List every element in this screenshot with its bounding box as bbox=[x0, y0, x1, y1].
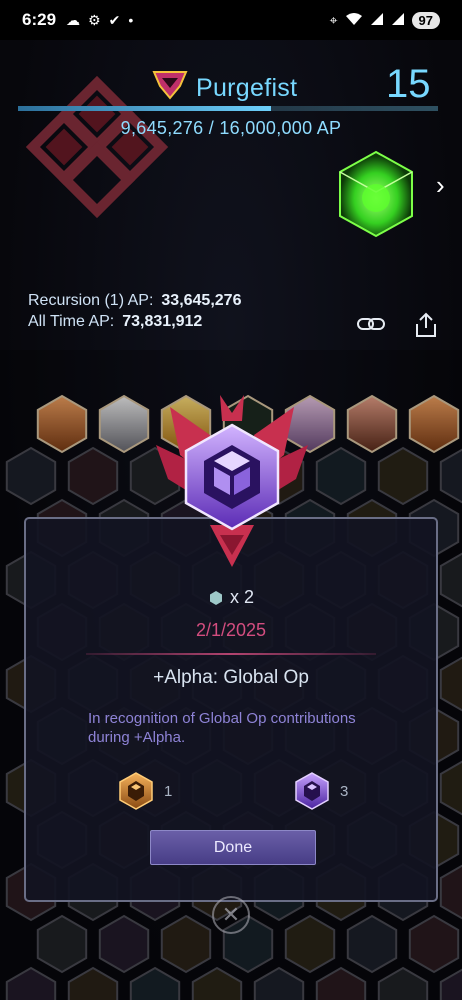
wifi-icon bbox=[345, 12, 363, 29]
agent-rank-icon bbox=[152, 71, 188, 100]
tier-purple-count: 3 bbox=[340, 782, 349, 800]
signal-icon bbox=[370, 12, 384, 29]
status-time: 6:29 bbox=[22, 10, 57, 29]
recursion-ap-value: 33,645,276 bbox=[161, 292, 242, 309]
recursion-ap-label: Recursion (1) AP: bbox=[28, 292, 154, 309]
purple-tier-icon bbox=[295, 772, 329, 810]
share-icon[interactable] bbox=[414, 312, 438, 338]
agent-level: 15 bbox=[386, 62, 431, 106]
ap-stats: Recursion (1) AP: 33,645,276 All Time AP:… bbox=[28, 290, 241, 332]
medal-description: In recognition of Global Op contribution… bbox=[88, 710, 356, 746]
tier-bronze-count: 1 bbox=[164, 782, 173, 800]
ap-progress-text: 9,645,276 / 16,000,000 AP bbox=[120, 118, 342, 138]
medal-detail-dialog: x 2 2/1/2025 +Alpha: Global Op In recogn… bbox=[24, 517, 438, 902]
bronze-tier-icon bbox=[119, 772, 153, 810]
medal-count-row: x 2 bbox=[26, 587, 436, 608]
medal-date: 2/1/2025 bbox=[195, 620, 267, 640]
all-time-ap-value: 73,831,912 bbox=[122, 313, 203, 330]
close-button[interactable]: ✕ bbox=[212, 896, 250, 934]
cloud-icon: ☁ bbox=[66, 11, 81, 28]
dot-icon: • bbox=[128, 12, 134, 28]
hexagon-icon bbox=[209, 590, 222, 605]
medal-badge-icon bbox=[156, 395, 308, 567]
chevron-right-icon[interactable]: › bbox=[436, 170, 445, 201]
medal-count: x 2 bbox=[229, 587, 254, 607]
done-button[interactable]: Done bbox=[150, 830, 316, 865]
medal-title: +Alpha: Global Op bbox=[153, 667, 309, 688]
tier-bronze: 1 bbox=[116, 771, 172, 811]
level-gem-icon[interactable] bbox=[328, 146, 424, 242]
agent-profile-screen: Purgefist 15 9,645,276 / 16,000,000 AP ›… bbox=[0, 40, 462, 1000]
location-icon: ⌖ bbox=[329, 11, 338, 28]
status-bar: 6:29 ☁ ⚙ ✔ • ⌖ 97 bbox=[0, 0, 462, 40]
modal-divider bbox=[86, 653, 376, 655]
settings-icon: ⚙ bbox=[88, 11, 101, 28]
battery-indicator: 97 bbox=[411, 11, 440, 29]
link-icon[interactable] bbox=[356, 316, 386, 332]
signal-icon bbox=[391, 12, 405, 29]
tier-purple: 3 bbox=[292, 771, 348, 811]
check-icon: ✔ bbox=[108, 11, 121, 28]
agent-name: Purgefist bbox=[196, 74, 298, 102]
all-time-ap-label: All Time AP: bbox=[28, 313, 115, 330]
ap-progress-bar bbox=[18, 106, 438, 111]
